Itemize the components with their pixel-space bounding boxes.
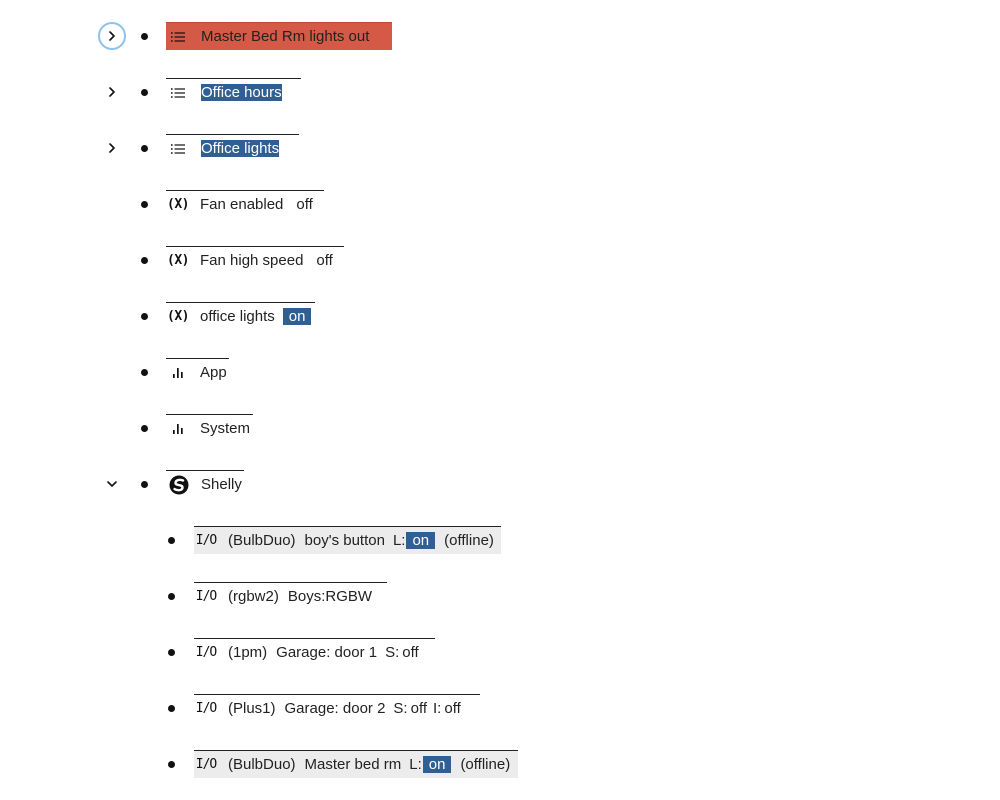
chevron-down-icon [105,477,119,491]
bar-chart-icon [166,365,190,381]
io-icon: I/O [195,645,217,660]
bullet-icon [141,425,148,432]
variable-icon: (X) [167,197,189,212]
expand-toggle[interactable] [98,134,126,162]
device-model: (Plus1) [228,700,276,717]
state-value: on [422,756,452,773]
bullet-icon [141,89,148,96]
tree-row: System [0,414,1000,442]
io-icon: I/O [195,589,217,604]
device-item[interactable]: I/O (1pm) Garage: door 1 S: off [194,638,435,666]
bullet-icon [168,593,175,600]
group-item[interactable]: Office hours [166,78,301,106]
state-value: off [410,700,428,717]
state-value: off [402,644,419,661]
metric-label: App [200,364,227,381]
bullet-icon [141,369,148,376]
group-label: Office lights [201,140,280,157]
bar-chart-icon [166,421,190,437]
device-name: Garage: door 2 [284,700,386,717]
bullet-icon [141,313,148,320]
state-key: L: [392,532,406,549]
item-tree: Master Bed Rm lights out Office hours Offi… [0,0,1000,800]
device-model: (BulbDuo) [228,532,296,549]
device-model: (1pm) [228,644,268,661]
device-row: I/O (BulbDuo) Master bed rm L: on (offline) [0,750,1000,778]
bullet-icon [141,257,148,264]
variable-item[interactable]: (X) Fan high speed off [166,246,344,274]
io-icon: I/O [195,533,217,548]
variable-label: office lights [200,308,275,325]
variable-icon: (X) [167,253,189,268]
variable-icon: (X) [167,309,189,324]
tree-row: Office lights [0,134,1000,162]
metric-label: System [200,420,251,437]
tree-row: Master Bed Rm lights out [0,22,1000,50]
variable-value: off [316,252,333,269]
chevron-right-icon [105,85,119,99]
integration-item[interactable]: Shelly [166,470,244,498]
device-row: I/O (BulbDuo) boy's button L: on (offline) [0,526,1000,554]
tree-row: Shelly [0,470,1000,498]
status-offline: (offline) [444,532,494,549]
bullet-icon [168,537,175,544]
bullet-icon [141,145,148,152]
variable-label: Fan high speed [200,252,304,269]
group-label: Office hours [201,84,282,101]
device-name: Garage: door 1 [276,644,378,661]
group-item[interactable]: Master Bed Rm lights out [166,22,392,50]
tree-row: App [0,358,1000,386]
expand-toggle[interactable] [98,78,126,106]
chevron-right-icon [105,29,119,43]
state-value: off [444,700,461,717]
tree-row: (X) office lights on [0,302,1000,330]
metric-item[interactable]: System [166,414,253,442]
tree-row: Office hours [0,78,1000,106]
variable-item[interactable]: (X) Fan enabled off [166,190,324,218]
device-model: (BulbDuo) [228,756,296,773]
device-name: Boys:RGBW [287,588,373,605]
device-row: I/O (1pm) Garage: door 1 S: off [0,638,1000,666]
list-icon [166,142,190,156]
device-item[interactable]: I/O (Plus1) Garage: door 2 S: off I: off [194,694,480,722]
device-name: boy's button [304,532,385,549]
state-key: I: [433,700,442,717]
group-item[interactable]: Office lights [166,134,299,162]
bullet-icon [141,481,148,488]
bullet-icon [168,705,175,712]
status-offline: (offline) [460,756,511,773]
expand-toggle[interactable] [98,22,126,50]
device-item[interactable]: I/O (BulbDuo) boy's button L: on (offline) [194,526,501,554]
variable-label: Fan enabled [200,196,284,213]
device-item[interactable]: I/O (rgbw2) Boys:RGBW [194,582,387,610]
bullet-icon [168,649,175,656]
tree-row: (X) Fan high speed off [0,246,1000,274]
state-value: on [406,532,436,549]
state-key: S: [393,700,408,717]
bullet-icon [168,761,175,768]
metric-item[interactable]: App [166,358,229,386]
variable-value: off [296,196,313,213]
variable-value: on [282,308,312,325]
bullet-icon [141,201,148,208]
bullet-icon [141,33,148,40]
io-icon: I/O [195,757,217,772]
list-icon [166,30,190,44]
io-icon: I/O [195,701,217,716]
device-item[interactable]: I/O (BulbDuo) Master bed rm L: on (offline) [194,750,518,778]
integration-label: Shelly [201,476,242,493]
device-model: (rgbw2) [228,588,279,605]
device-name: Master bed rm [304,756,402,773]
device-row: I/O (rgbw2) Boys:RGBW [0,582,1000,610]
state-key: L: [409,756,422,773]
list-icon [166,86,190,100]
variable-item[interactable]: (X) office lights on [166,302,315,330]
device-row: I/O (Plus1) Garage: door 2 S: off I: off [0,694,1000,722]
state-key: S: [385,644,400,661]
group-label: Master Bed Rm lights out [201,28,370,45]
collapse-toggle[interactable] [98,470,126,498]
chevron-right-icon [105,141,119,155]
shelly-logo-icon [166,474,192,496]
tree-row: (X) Fan enabled off [0,190,1000,218]
